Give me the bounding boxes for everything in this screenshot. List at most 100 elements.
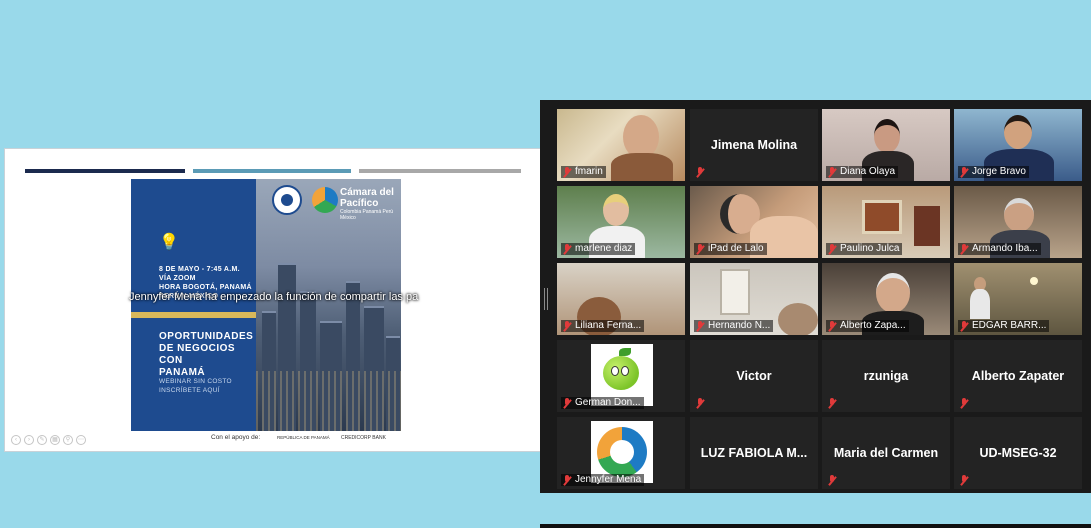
participant-tile-paulino-julca[interactable]: Paulino Julca (822, 186, 950, 258)
participant-gallery: fmarin Jimena Molina Diana Olaya Jorge B… (540, 100, 1091, 493)
leaf-shape (619, 348, 631, 356)
sponsor-credicorp-bank: CREDICORP BANK (341, 435, 386, 441)
mic-muted-icon (563, 321, 571, 331)
camara-pacifico-logo-icon (312, 187, 338, 213)
participant-name: German Don... (575, 397, 641, 408)
participant-name: Jorge Bravo (972, 166, 1026, 177)
participant-face (1004, 198, 1034, 232)
participant-name-label: German Don... (561, 397, 644, 409)
flyer-headline: OPORTUNIDADES DE NEGOCIOS CON PANAMÁ (159, 331, 255, 379)
participant-name-label: Alberto Zapa... (826, 320, 909, 332)
participant-name-label: Hernando N... (694, 320, 774, 332)
participant-name: Diana Olaya (840, 166, 896, 177)
participant-name-label: Jennyfer Mena (561, 474, 645, 486)
participant-name-label: marlene diaz (561, 243, 636, 255)
mic-muted-icon (563, 244, 571, 254)
participant-name: LUZ FABIOLA M... (700, 446, 808, 460)
participant-tile-rzuniga[interactable]: rzuniga (822, 340, 950, 412)
participant-tile-ud-mseg-32[interactable]: UD-MSEG-32 (954, 417, 1082, 489)
shared-screen: 💡 8 DE MAYO - 7:45 A.M. VÍA ZOOM HORA BO… (4, 148, 541, 452)
participant-name-label: Liliana Ferna... (561, 320, 645, 332)
participant-name: Maria del Carmen (833, 446, 939, 460)
register-link[interactable]: INSCRÍBETE AQUÍ (159, 386, 255, 395)
mic-muted-icon (696, 244, 704, 254)
participant-body (970, 289, 990, 319)
pen-icon[interactable]: ✎ (37, 435, 47, 445)
participant-tile-luz-fabiola[interactable]: LUZ FABIOLA M... (690, 417, 818, 489)
door (720, 269, 750, 315)
grid-icon[interactable]: ▦ (50, 435, 60, 445)
participant-face (603, 194, 629, 226)
splitter-handle[interactable] (544, 288, 548, 310)
camara-name-line-2: Pacífico (340, 198, 379, 209)
mic-muted-icon (960, 167, 968, 177)
participant-name: Paulino Julca (840, 243, 900, 254)
participant-tile-alberto-zapa[interactable]: Alberto Zapa... (822, 263, 950, 335)
mic-muted-icon (696, 321, 704, 331)
participant-tile-liliana[interactable]: Liliana Ferna... (557, 263, 685, 335)
mic-muted-icon (828, 167, 836, 177)
sponsor-republica-panama: REPÚBLICA DE PANAMÁ (277, 435, 330, 440)
lightbulb-icon: 💡 (159, 234, 179, 251)
participant-name: Victor (736, 369, 772, 383)
participant-name: Jennyfer Mena (575, 474, 642, 485)
participant-name-label: Diana Olaya (826, 166, 899, 178)
participant-name-label: EDGAR BARR... (958, 320, 1050, 332)
wall-painting (914, 206, 940, 246)
event-date: 8 DE MAYO - 7:45 A.M. (159, 266, 240, 273)
zoom-icon[interactable]: ⚲ (63, 435, 73, 445)
participant-name: UD-MSEG-32 (979, 446, 1057, 460)
eye-shape (621, 366, 629, 376)
participant-body (611, 153, 673, 181)
participant-name: Armando Iba... (972, 243, 1038, 254)
participant-name-label: Jorge Bravo (958, 166, 1029, 178)
participant-name: Alberto Zapater (971, 369, 1065, 383)
participant-name: Hernando N... (708, 320, 771, 331)
participant-tile-edgar[interactable]: EDGAR BARR... (954, 263, 1082, 335)
participant-tile-maria-del-carmen[interactable]: Maria del Carmen (822, 417, 950, 489)
participant-tile-jennyfer-mena[interactable]: Jennyfer Mena (557, 417, 685, 489)
participant-name-label: Paulino Julca (826, 243, 903, 255)
participant-tile-fmarin[interactable]: fmarin (557, 109, 685, 181)
participant-name: Liliana Ferna... (575, 320, 642, 331)
participant-tile-victor[interactable]: Victor (690, 340, 818, 412)
lamp (1030, 277, 1038, 285)
participant-tile-marlene-diaz[interactable]: marlene diaz (557, 186, 685, 258)
support-label: Con el apoyo de: (211, 434, 261, 441)
header-bar-gray (359, 169, 521, 173)
participant-tile-alberto-zapater[interactable]: Alberto Zapater (954, 340, 1082, 412)
participant-name-label: fmarin (561, 166, 606, 178)
flyer-info-panel: 💡 8 DE MAYO - 7:45 A.M. VÍA ZOOM HORA BO… (131, 179, 256, 431)
city-lights (256, 371, 401, 431)
participant-face (876, 273, 910, 313)
participant-tile-hernando[interactable]: Hernando N... (690, 263, 818, 335)
more-icon[interactable]: ⋯ (76, 435, 86, 445)
mic-muted-icon (828, 244, 836, 254)
header-bar-teal (193, 169, 351, 173)
flyer-city-photo: Cámara del Pacífico Colombia Panamá Perú… (256, 179, 401, 431)
participant-tile-armando[interactable]: Armando Iba... (954, 186, 1082, 258)
participant-tile-german[interactable]: German Don... (557, 340, 685, 412)
screen-share-notification: Jennyfer Mena ha empezado la función de … (129, 291, 419, 303)
participant-tile-diana-olaya[interactable]: Diana Olaya (822, 109, 950, 181)
headline-line-1: OPORTUNIDADES (159, 331, 254, 342)
participant-name: EDGAR BARR... (972, 320, 1047, 331)
participant-tile-ipad-de-lalo[interactable]: iPad de Lalo (690, 186, 818, 258)
camara-name-line-1: Cámara del (340, 187, 394, 198)
participant-name: Jimena Molina (710, 138, 798, 152)
next-icon[interactable]: › (24, 435, 34, 445)
slide-header-bars (25, 169, 521, 174)
bottom-strip (540, 524, 1091, 528)
participant-tile-jimena-molina[interactable]: Jimena Molina (690, 109, 818, 181)
event-flyer[interactable]: 💡 8 DE MAYO - 7:45 A.M. VÍA ZOOM HORA BO… (131, 179, 401, 431)
participant-tile-jorge-bravo[interactable]: Jorge Bravo (954, 109, 1082, 181)
logo-ring-icon (597, 427, 647, 477)
mic-muted-icon (696, 167, 704, 177)
header-bar-navy (25, 169, 185, 173)
mic-muted-icon (828, 475, 836, 485)
participant-face (874, 119, 900, 153)
mic-muted-icon (828, 321, 836, 331)
previous-icon[interactable]: ‹ (11, 435, 21, 445)
slide-controls: ‹ › ✎ ▦ ⚲ ⋯ (11, 435, 86, 445)
eye-shape (611, 366, 619, 376)
